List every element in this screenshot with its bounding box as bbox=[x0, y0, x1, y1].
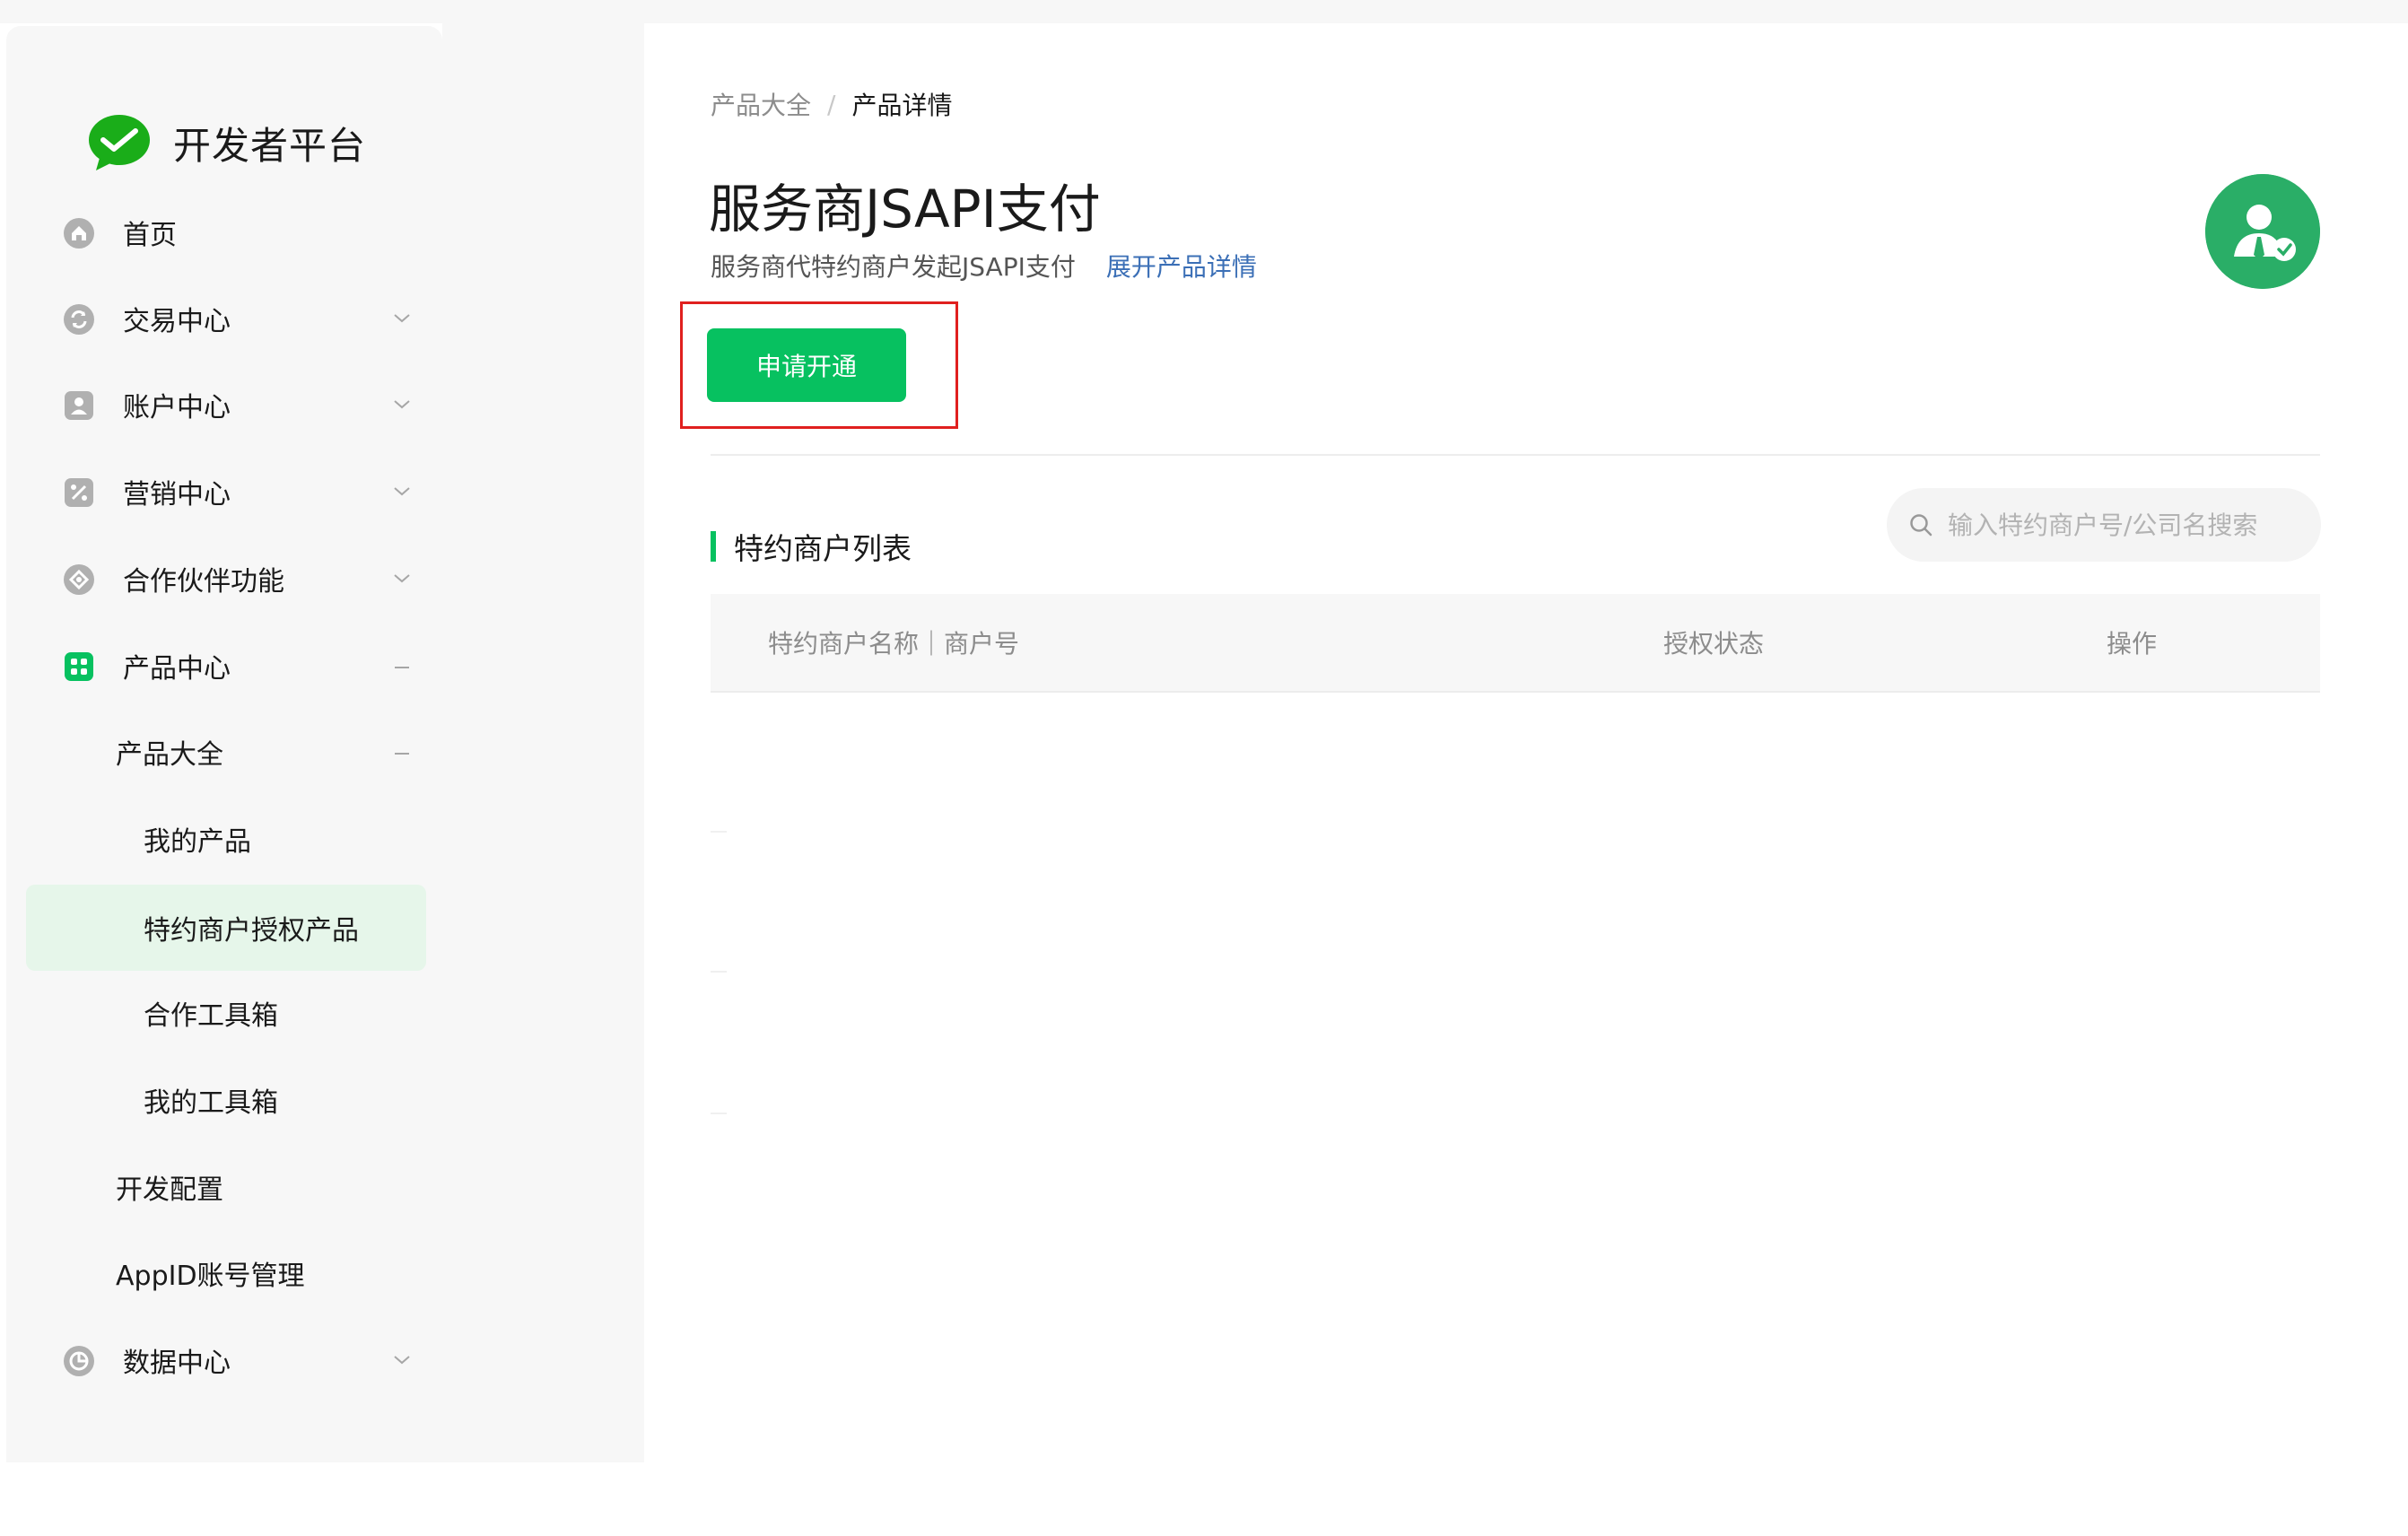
sidebar-item-trade[interactable]: 交易中心 bbox=[26, 275, 426, 362]
sidebar: 开发者平台 首页 交易中心 账户中心 营销中心 合作伙伴功能 产品中心 产品大全… bbox=[6, 26, 442, 1462]
sidebar-item-label: 营销中心 bbox=[123, 479, 231, 511]
merchant-search-input[interactable] bbox=[1948, 510, 2307, 540]
sidebar-item-label: 首页 bbox=[123, 220, 177, 251]
account-icon bbox=[65, 391, 93, 420]
chevron-down-icon bbox=[394, 574, 410, 583]
exchange-icon bbox=[64, 304, 94, 335]
page-title: 服务商JSAPI支付 bbox=[709, 179, 1101, 240]
sidebar-item-account[interactable]: 账户中心 bbox=[26, 362, 426, 448]
app-root: 开发者平台 首页 交易中心 账户中心 营销中心 合作伙伴功能 产品中心 产品大全… bbox=[0, 0, 2408, 1536]
main-content: 产品大全 / 产品详情 服务商JSAPI支付 服务商代特约商户发起JSAPI支付… bbox=[644, 23, 2403, 1462]
gutter bbox=[442, 0, 644, 1462]
sidebar-item-label: 合作工具箱 bbox=[144, 1000, 278, 1032]
merchant-search-box[interactable] bbox=[1887, 488, 2321, 562]
sidebar-item-appid-manage[interactable]: AppID账号管理 bbox=[26, 1230, 426, 1316]
wechat-pay-logo-icon bbox=[89, 115, 150, 170]
column-merchant-name: 特约商户名称｜商户号 bbox=[768, 629, 1020, 659]
empty-row-placeholder bbox=[711, 1113, 727, 1114]
expand-details-link[interactable]: 展开产品详情 bbox=[1106, 248, 1257, 284]
sidebar-item-label: 产品中心 bbox=[123, 653, 231, 685]
section-divider bbox=[711, 454, 2320, 456]
collapse-icon bbox=[395, 753, 409, 755]
handshake-icon bbox=[64, 564, 94, 595]
sidebar-item-my-products[interactable]: 我的产品 bbox=[26, 796, 426, 882]
column-auth-status: 授权状态 bbox=[1663, 629, 1765, 659]
product-description-row: 服务商代特约商户发起JSAPI支付 展开产品详情 bbox=[711, 248, 1257, 284]
empty-row-placeholder bbox=[711, 971, 727, 973]
chevron-down-icon bbox=[394, 487, 410, 496]
product-subtitle: 服务商代特约商户发起JSAPI支付 bbox=[711, 252, 1076, 282]
sidebar-item-sub-merchant-auth[interactable]: 特约商户授权产品 bbox=[26, 885, 426, 971]
chevron-down-icon bbox=[394, 1356, 410, 1365]
sidebar-item-home[interactable]: 首页 bbox=[26, 189, 426, 275]
sidebar-item-dev-config[interactable]: 开发配置 bbox=[26, 1144, 426, 1230]
top-strip bbox=[0, 0, 2408, 23]
sidebar-item-label: 产品大全 bbox=[116, 739, 223, 771]
brand[interactable]: 开发者平台 bbox=[87, 89, 366, 196]
collapse-icon bbox=[395, 667, 409, 668]
sidebar-item-label: AppID账号管理 bbox=[116, 1261, 305, 1292]
sidebar-item-product-center[interactable]: 产品中心 bbox=[26, 623, 426, 709]
sidebar-item-my-toolbox[interactable]: 我的工具箱 bbox=[26, 1057, 426, 1143]
sidebar-item-partner-toolbox[interactable]: 合作工具箱 bbox=[26, 970, 426, 1056]
search-icon bbox=[1910, 514, 1933, 537]
sidebar-item-label: 开发配置 bbox=[116, 1174, 223, 1206]
sidebar-item-label: 交易中心 bbox=[123, 306, 231, 337]
empty-row-placeholder bbox=[711, 831, 727, 833]
sidebar-item-product-catalog[interactable]: 产品大全 bbox=[26, 709, 426, 795]
apply-open-button[interactable]: 申请开通 bbox=[707, 328, 906, 402]
sidebar-item-partner[interactable]: 合作伙伴功能 bbox=[26, 536, 426, 622]
sidebar-item-marketing[interactable]: 营销中心 bbox=[26, 449, 426, 535]
percent-icon bbox=[65, 478, 93, 507]
section-accent-bar bbox=[711, 531, 716, 562]
home-icon bbox=[64, 218, 94, 249]
sidebar-item-label: 合作伙伴功能 bbox=[123, 566, 284, 598]
sidebar-item-label: 我的工具箱 bbox=[144, 1087, 278, 1119]
merchant-list-header: 特约商户列表 bbox=[711, 506, 912, 587]
brand-name: 开发者平台 bbox=[173, 123, 367, 168]
sidebar-item-label: 特约商户授权产品 bbox=[144, 915, 359, 947]
breadcrumb-separator: / bbox=[827, 89, 836, 119]
merchant-list-title: 特约商户列表 bbox=[734, 531, 912, 566]
pie-chart-icon bbox=[64, 1346, 94, 1376]
merchant-verified-icon bbox=[2205, 174, 2320, 289]
chevron-down-icon bbox=[394, 400, 410, 409]
sidebar-item-label: 我的产品 bbox=[144, 826, 251, 858]
breadcrumb-link-catalog[interactable]: 产品大全 bbox=[711, 86, 811, 122]
grid-icon bbox=[65, 652, 93, 681]
breadcrumb: 产品大全 / 产品详情 bbox=[711, 86, 952, 122]
breadcrumb-current: 产品详情 bbox=[851, 91, 953, 120]
chevron-down-icon bbox=[394, 314, 410, 323]
column-actions: 操作 bbox=[2107, 629, 2158, 659]
sidebar-item-data-center[interactable]: 数据中心 bbox=[26, 1317, 426, 1403]
merchant-table-header: 特约商户名称｜商户号 授权状态 操作 bbox=[711, 594, 2320, 693]
sidebar-item-label: 账户中心 bbox=[123, 392, 231, 423]
sidebar-item-label: 数据中心 bbox=[123, 1348, 231, 1379]
